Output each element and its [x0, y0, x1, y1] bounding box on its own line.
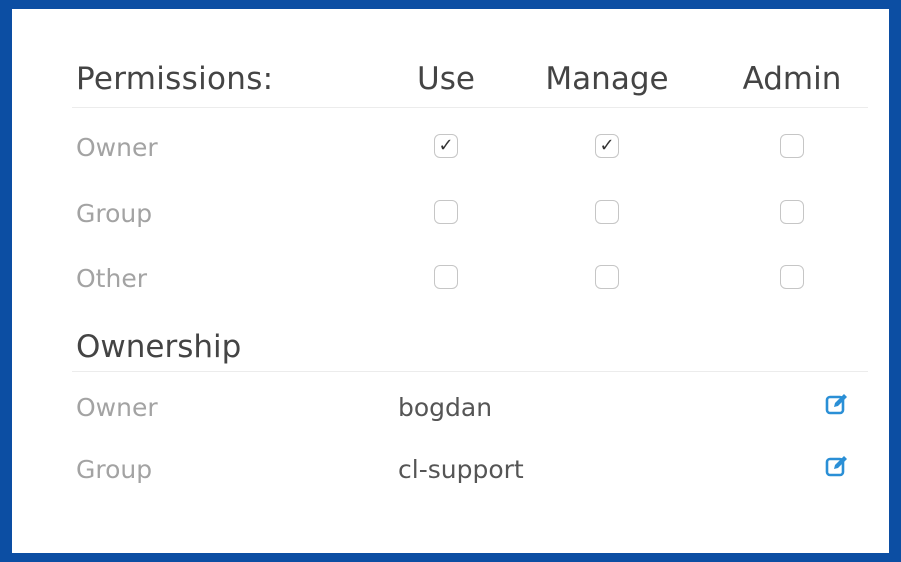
checkmark-icon: ✓: [438, 135, 454, 156]
panel-body: Permissions: Use Manage Admin Owner ✓ ✓ …: [12, 9, 889, 553]
owner-use-checkbox[interactable]: ✓: [434, 134, 458, 158]
column-admin: Admin: [742, 61, 842, 97]
permission-row-label: Other: [76, 264, 147, 293]
edit-owner-button[interactable]: [824, 391, 850, 417]
edit-group-button[interactable]: [824, 453, 850, 479]
owner-value: bogdan: [398, 393, 493, 422]
owner-manage-checkbox[interactable]: ✓: [595, 134, 619, 158]
permission-row-group: Group: [72, 191, 868, 235]
column-use: Use: [417, 61, 475, 97]
ownership-header: Ownership: [72, 321, 868, 372]
permission-row-owner: Owner ✓ ✓: [72, 125, 868, 169]
owner-admin-checkbox[interactable]: [780, 134, 804, 158]
other-use-checkbox[interactable]: [434, 265, 458, 289]
edit-icon: [825, 456, 847, 477]
column-manage: Manage: [545, 61, 669, 97]
ownership-title: Ownership: [76, 329, 242, 365]
checkmark-icon: ✓: [599, 135, 615, 156]
group-manage-checkbox[interactable]: [595, 200, 619, 224]
ownership-row-label: Owner: [76, 393, 158, 422]
panel-frame: Permissions: Use Manage Admin Owner ✓ ✓ …: [0, 0, 901, 562]
permissions-title: Permissions:: [76, 61, 274, 97]
ownership-row-group: Group cl-support: [72, 447, 868, 491]
group-admin-checkbox[interactable]: [780, 200, 804, 224]
permission-row-label: Owner: [76, 133, 158, 162]
permissions-header: Permissions: Use Manage Admin: [72, 57, 868, 108]
permission-row-other: Other: [72, 256, 868, 300]
group-use-checkbox[interactable]: [434, 200, 458, 224]
ownership-row-label: Group: [76, 455, 153, 484]
edit-icon: [825, 394, 847, 415]
permission-row-label: Group: [76, 199, 153, 228]
other-manage-checkbox[interactable]: [595, 265, 619, 289]
group-value: cl-support: [398, 455, 524, 484]
other-admin-checkbox[interactable]: [780, 265, 804, 289]
ownership-row-owner: Owner bogdan: [72, 385, 868, 429]
